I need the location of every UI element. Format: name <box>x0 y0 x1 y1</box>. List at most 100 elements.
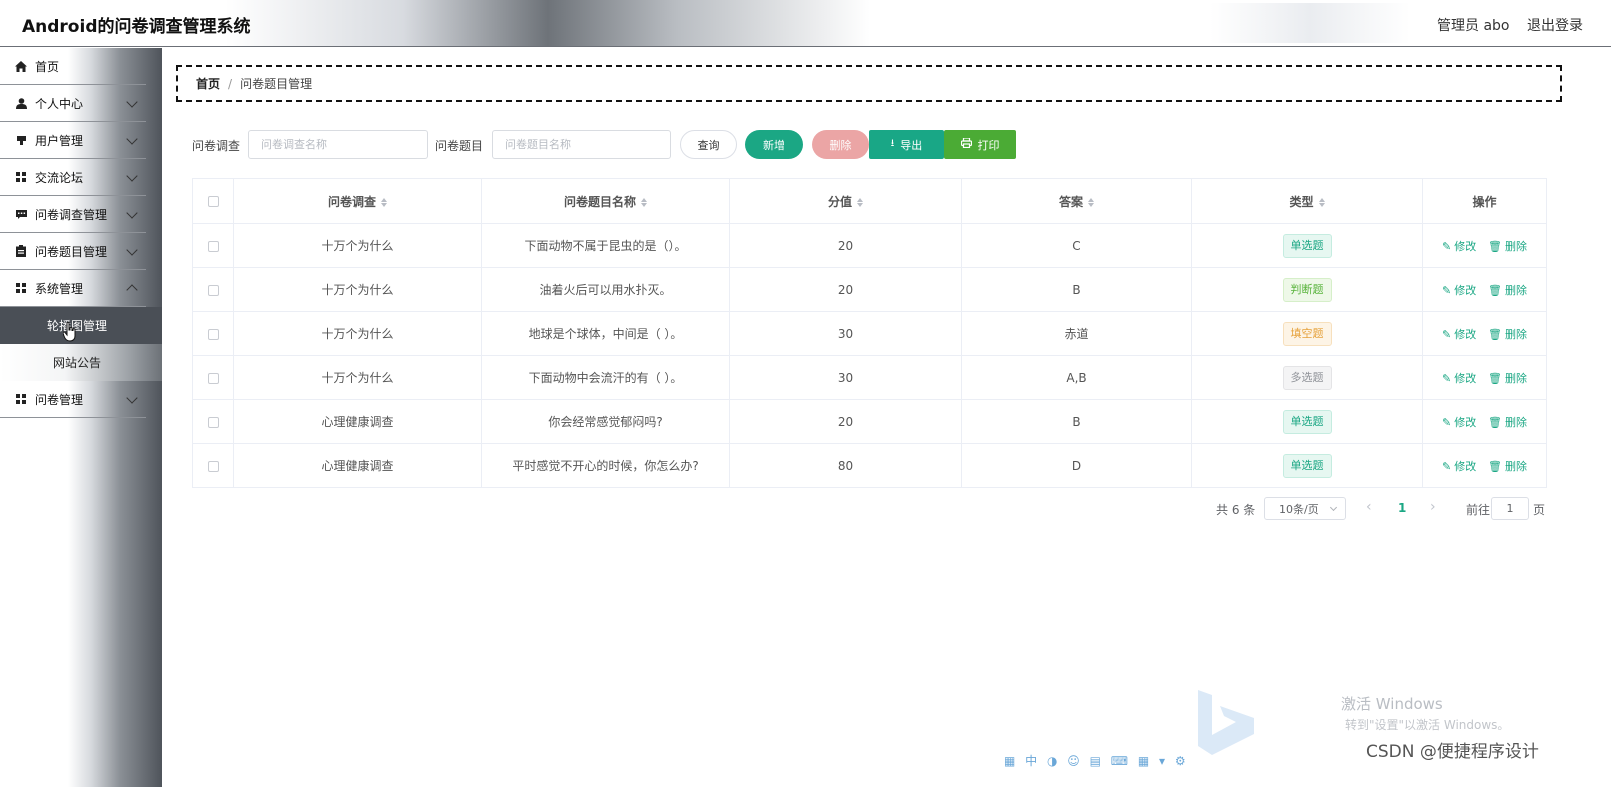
next-page-button[interactable]: › <box>1430 499 1436 515</box>
row-checkbox[interactable] <box>207 328 219 340</box>
sidebar-subitem-carousel[interactable]: 轮播图管理 <box>0 307 162 344</box>
edit-icon: ✎ <box>1441 459 1452 473</box>
column-header-label: 问卷题目名称 <box>563 194 636 209</box>
sidebar-item-label: 首页 <box>35 59 60 74</box>
sidebar-item-forum[interactable]: 交流论坛 <box>0 159 146 196</box>
delete-label: 删除 <box>1505 415 1527 429</box>
select-all-checkbox[interactable] <box>207 196 219 207</box>
chat-icon <box>14 207 28 221</box>
edit-button[interactable]: ✎ 修改 <box>1442 240 1476 253</box>
ime-toolbar: ▦ 中 ◑ ☺ ▤ ⌨ ▦ ▾ ⚙ <box>1004 752 1189 769</box>
delete-button[interactable]: 🗑 删除 <box>1488 460 1527 473</box>
delete-button[interactable]: 🗑 删除 <box>1488 372 1527 385</box>
chevron-down-icon <box>126 244 138 256</box>
top-header: Android的问卷调查管理系统 管理员 abo 退出登录 <box>0 0 1611 47</box>
delete-label: 删除 <box>1505 239 1527 253</box>
grid-icon <box>14 170 28 184</box>
delete-button[interactable]: 🗑 删除 <box>1488 240 1527 253</box>
bing-logo-icon <box>1198 690 1254 755</box>
question-cell: 平时感觉不开心的时候，你怎么办? <box>481 443 730 488</box>
sidebar-item-label: 问卷管理 <box>35 392 84 407</box>
goto-suffix: 页 <box>1533 503 1546 517</box>
trash-icon: 🗑 <box>1488 283 1502 297</box>
edit-button[interactable]: ✎ 修改 <box>1442 372 1476 385</box>
breadcrumb-home[interactable]: 首页 <box>196 75 220 92</box>
sidebar-item-label: 交流论坛 <box>35 170 84 185</box>
answer-cell: D <box>961 443 1192 488</box>
sidebar-item-home[interactable]: 首页 <box>0 48 146 85</box>
answer-cell: B <box>961 267 1192 312</box>
column-header-question[interactable]: 问卷题目名称 <box>481 178 730 224</box>
goto-page-input[interactable] <box>1491 497 1529 520</box>
sidebar: 首页 个人中心 用户管理 交流论坛 问卷调查管理 问卷题目管理 系统管理 轮播图… <box>0 48 162 787</box>
sort-icon[interactable] <box>1318 197 1325 207</box>
delete-label: 删除 <box>1505 327 1527 341</box>
row-select-cell <box>192 223 234 268</box>
chevron-down-icon <box>126 170 138 182</box>
actions-cell: ✎ 修改 🗑 删除 <box>1422 311 1547 356</box>
hand-cursor-icon <box>63 322 76 342</box>
chevron-down-icon <box>126 96 138 108</box>
table-row: 心理健康调查 你会经常感觉郁闷吗? 20 B 单选题 ✎ 修改 🗑 删除 <box>192 399 1547 444</box>
delete-button[interactable]: 🗑 删除 <box>1488 284 1527 297</box>
trash-icon: 🗑 <box>1488 327 1502 341</box>
survey-search-input[interactable] <box>248 130 428 159</box>
page-number-1[interactable]: 1 <box>1398 501 1406 515</box>
column-header-score[interactable]: 分值 <box>729 178 962 224</box>
page-size-select[interactable]: 10条/页 <box>1264 497 1346 520</box>
print-button[interactable]: 打印 <box>944 130 1016 159</box>
delete-button[interactable]: 🗑 删除 <box>1488 416 1527 429</box>
survey-cell: 心理健康调查 <box>233 443 482 488</box>
question-search-input[interactable] <box>492 130 671 159</box>
export-button[interactable]: ⭳ 导出 <box>869 130 944 159</box>
sidebar-item-label: 个人中心 <box>35 96 84 111</box>
logout-link[interactable]: 退出登录 <box>1527 15 1583 35</box>
sidebar-item-questionnaire[interactable]: 问卷管理 <box>0 381 146 418</box>
csdn-watermark: CSDN @便捷程序设计 <box>1366 742 1539 762</box>
question-search-label: 问卷题目 <box>435 139 484 153</box>
grid-icon <box>14 392 28 406</box>
question-cell: 地球是个球体，中间是（ ）。 <box>481 311 730 356</box>
sort-icon[interactable] <box>857 197 863 207</box>
query-button[interactable]: 查询 <box>680 130 737 159</box>
sidebar-subitem-notice[interactable]: 网站公告 <box>0 344 162 381</box>
edit-label: 修改 <box>1454 239 1477 253</box>
column-header-survey[interactable]: 问卷调查 <box>233 178 482 224</box>
edit-button[interactable]: ✎ 修改 <box>1442 328 1476 341</box>
prev-page-button[interactable]: ‹ <box>1366 499 1372 515</box>
sidebar-item-question-manage[interactable]: 问卷题目管理 <box>0 233 146 270</box>
sidebar-item-profile[interactable]: 个人中心 <box>0 85 146 122</box>
row-checkbox[interactable] <box>207 240 219 252</box>
row-checkbox[interactable] <box>207 284 219 296</box>
column-header-type[interactable]: 类型 <box>1191 178 1423 224</box>
score-cell: 80 <box>729 443 962 488</box>
type-tag: 多选题 <box>1282 365 1332 390</box>
sort-icon[interactable] <box>1088 197 1094 207</box>
edit-icon: ✎ <box>1441 415 1452 429</box>
score-cell: 30 <box>729 355 962 400</box>
delete-button[interactable]: 🗑 删除 <box>1488 328 1527 341</box>
breadcrumb: 首页 / 问卷题目管理 <box>176 65 1562 102</box>
sort-icon[interactable] <box>381 197 387 207</box>
sidebar-item-label: 用户管理 <box>35 133 84 148</box>
score-cell: 30 <box>729 311 962 356</box>
survey-cell: 十万个为什么 <box>233 267 482 312</box>
add-button[interactable]: 新增 <box>745 130 803 159</box>
actions-cell: ✎ 修改 🗑 删除 <box>1422 267 1547 312</box>
question-cell: 油着火后可以用水扑灭。 <box>481 267 730 312</box>
row-checkbox[interactable] <box>207 460 219 472</box>
type-tag: 单选题 <box>1282 409 1332 434</box>
column-header-answer[interactable]: 答案 <box>961 178 1192 224</box>
edit-button[interactable]: ✎ 修改 <box>1442 460 1476 473</box>
batch-delete-button[interactable]: 删除 <box>812 130 869 159</box>
edit-button[interactable]: ✎ 修改 <box>1442 284 1476 297</box>
row-checkbox[interactable] <box>207 372 219 384</box>
sidebar-item-users[interactable]: 用户管理 <box>0 122 146 159</box>
edit-button[interactable]: ✎ 修改 <box>1442 416 1476 429</box>
breadcrumb-current: 问卷题目管理 <box>240 77 313 91</box>
trash-icon: 🗑 <box>1488 371 1502 385</box>
row-checkbox[interactable] <box>207 416 219 428</box>
sort-icon[interactable] <box>641 197 647 207</box>
sidebar-item-survey-manage[interactable]: 问卷调查管理 <box>0 196 146 233</box>
sidebar-item-system[interactable]: 系统管理 <box>0 270 146 307</box>
